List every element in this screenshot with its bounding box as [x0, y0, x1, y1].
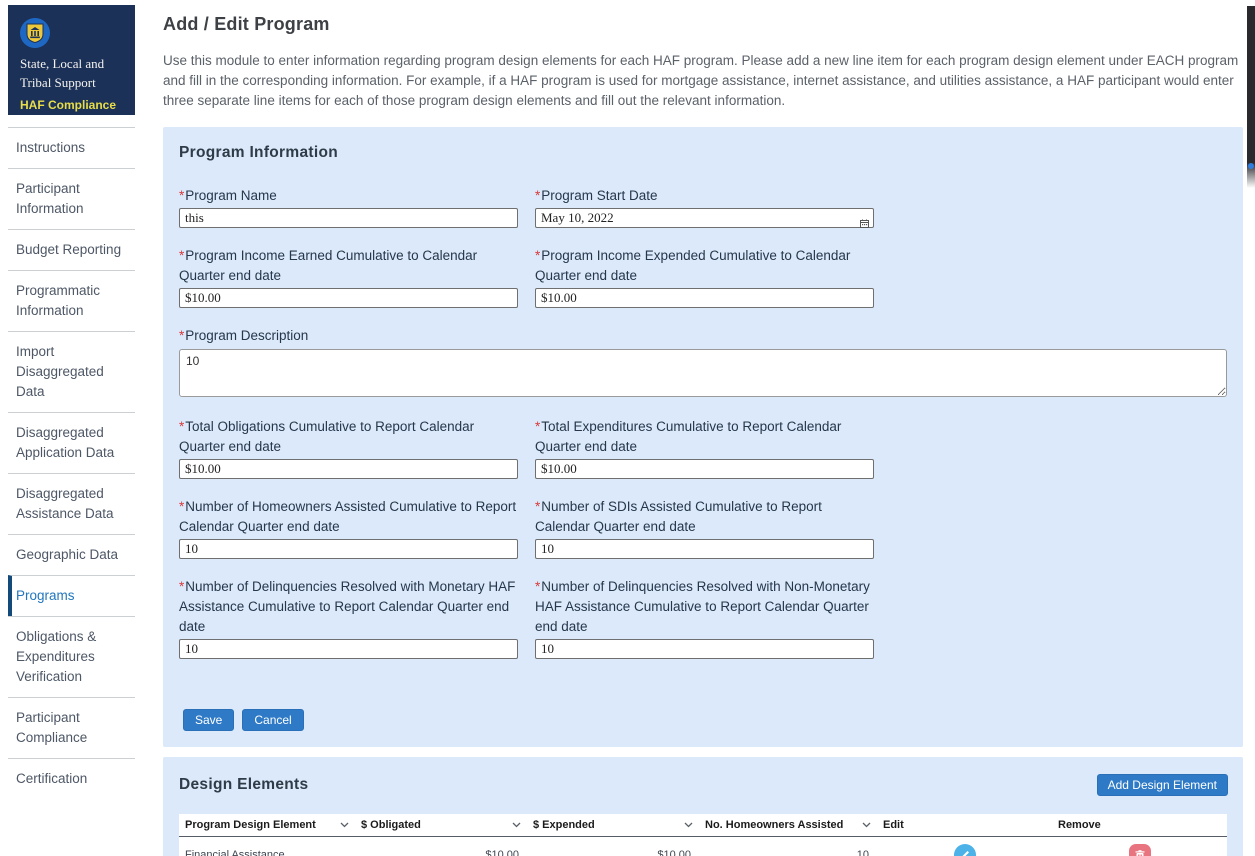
required-marker: *	[179, 188, 184, 203]
program-information-heading: Program Information	[179, 144, 1228, 162]
sidebar-item-disaggregated-application-data[interactable]: Disaggregated Application Data	[8, 412, 135, 473]
scrollbar-indicator-dot[interactable]	[1248, 163, 1254, 169]
total-obligations-field[interactable]	[179, 459, 518, 479]
cell-program-design-element: Financial Assistance	[179, 837, 355, 856]
homeowners-assisted-field[interactable]	[179, 539, 518, 559]
income-expended-field[interactable]	[535, 288, 874, 308]
total-expenditures-field[interactable]	[535, 459, 874, 479]
design-elements-panel: Design Elements Add Design Element Progr…	[163, 757, 1243, 856]
cell-homeowners-assisted: 10	[699, 837, 877, 856]
brand-line-1: State, Local and	[20, 55, 125, 72]
table-row: Financial Assistance $10.00 $10.00 10	[179, 837, 1227, 856]
app-window: State, Local and Tribal Support HAF Comp…	[0, 0, 1255, 856]
program-name-field[interactable]	[179, 208, 518, 228]
chevron-down-icon[interactable]	[340, 822, 349, 828]
design-elements-table: Program Design Element $ Obligated $ Exp…	[179, 814, 1227, 856]
sidebar: State, Local and Tribal Support HAF Comp…	[8, 5, 135, 799]
required-marker: *	[535, 248, 540, 263]
column-header-edit: Edit	[877, 814, 1052, 837]
sidebar-item-disaggregated-assistance-data[interactable]: Disaggregated Assistance Data	[8, 473, 135, 534]
sidebar-item-programs[interactable]: Programs	[8, 575, 135, 616]
brand-subtitle: HAF Compliance	[20, 98, 125, 112]
column-header-program-design-element[interactable]: Program Design Element	[179, 814, 355, 837]
required-marker: *	[535, 188, 540, 203]
calendar-icon[interactable]	[860, 215, 869, 233]
treasury-shield-icon	[20, 18, 50, 48]
program-form: *Program Name *Program Start Date	[179, 186, 1228, 659]
cell-obligated: $10.00	[355, 837, 527, 856]
column-header-homeowners-assisted[interactable]: No. Homeowners Assisted	[699, 814, 877, 837]
required-marker: *	[535, 499, 540, 514]
sidebar-item-import-disaggregated-data[interactable]: Import Disaggregated Data	[8, 331, 135, 412]
cell-expended: $10.00	[527, 837, 699, 856]
pencil-icon	[960, 850, 970, 856]
sidebar-item-budget-reporting[interactable]: Budget Reporting	[8, 229, 135, 270]
sidebar-item-programmatic-information[interactable]: Programmatic Information	[8, 270, 135, 331]
required-marker: *	[179, 419, 184, 434]
required-marker: *	[179, 328, 184, 343]
sdis-assisted-label: *Number of SDIs Assisted Cumulative to R…	[535, 497, 874, 537]
cancel-button[interactable]: Cancel	[242, 709, 303, 731]
column-header-expended[interactable]: $ Expended	[527, 814, 699, 837]
income-earned-label: *Program Income Earned Cumulative to Cal…	[179, 246, 518, 286]
required-marker: *	[179, 248, 184, 263]
delinquencies-monetary-label: *Number of Delinquencies Resolved with M…	[179, 577, 518, 637]
vertical-scrollbar[interactable]	[1247, 6, 1255, 188]
required-marker: *	[535, 579, 540, 594]
sidebar-item-geographic-data[interactable]: Geographic Data	[8, 534, 135, 575]
delinquencies-nonmonetary-label: *Number of Delinquencies Resolved with N…	[535, 577, 874, 637]
sidebar-item-obligations-expenditures-verification[interactable]: Obligations & Expenditures Verification	[8, 616, 135, 697]
chevron-down-icon[interactable]	[684, 822, 693, 828]
brand-name: State, Local and Tribal Support	[20, 55, 125, 91]
sidebar-item-participant-information[interactable]: Participant Information	[8, 168, 135, 229]
chevron-down-icon[interactable]	[512, 822, 521, 828]
add-design-element-button[interactable]: Add Design Element	[1097, 774, 1228, 796]
main-content: Add / Edit Program Use this module to en…	[163, 0, 1245, 856]
required-marker: *	[179, 499, 184, 514]
page-title: Add / Edit Program	[163, 14, 1245, 35]
design-elements-heading: Design Elements	[179, 776, 308, 794]
sidebar-item-certification[interactable]: Certification	[8, 758, 135, 799]
required-marker: *	[535, 419, 540, 434]
edit-row-button[interactable]	[954, 844, 976, 856]
program-start-date-label: *Program Start Date	[535, 186, 874, 206]
table-header-row: Program Design Element $ Obligated $ Exp…	[179, 814, 1227, 837]
trash-icon	[1135, 850, 1145, 856]
sdis-assisted-field[interactable]	[535, 539, 874, 559]
chevron-down-icon[interactable]	[862, 822, 871, 828]
total-expenditures-label: *Total Expenditures Cumulative to Report…	[535, 417, 874, 457]
program-description-field[interactable]: 10	[179, 349, 1227, 397]
brand-logo-card: State, Local and Tribal Support HAF Comp…	[8, 5, 135, 115]
delinquencies-monetary-field[interactable]	[179, 639, 518, 659]
brand-line-2: Tribal Support	[20, 74, 125, 91]
total-obligations-label: *Total Obligations Cumulative to Report …	[179, 417, 518, 457]
save-button[interactable]: Save	[183, 709, 234, 731]
remove-row-button[interactable]	[1129, 844, 1151, 856]
column-header-remove: Remove	[1052, 814, 1227, 837]
column-header-obligated[interactable]: $ Obligated	[355, 814, 527, 837]
program-name-label: *Program Name	[179, 186, 518, 206]
sidebar-item-participant-compliance[interactable]: Participant Compliance	[8, 697, 135, 758]
homeowners-assisted-label: *Number of Homeowners Assisted Cumulativ…	[179, 497, 518, 537]
required-marker: *	[179, 579, 184, 594]
sidebar-item-instructions[interactable]: Instructions	[8, 127, 135, 168]
page-description: Use this module to enter information reg…	[163, 51, 1245, 111]
delinquencies-nonmonetary-field[interactable]	[535, 639, 874, 659]
income-earned-field[interactable]	[179, 288, 518, 308]
program-information-panel: Program Information *Program Name *Progr…	[163, 127, 1243, 747]
income-expended-label: *Program Income Expended Cumulative to C…	[535, 246, 874, 286]
sidebar-nav: Instructions Participant Information Bud…	[8, 127, 135, 799]
program-description-label: *Program Description	[179, 326, 1227, 346]
program-start-date-field[interactable]	[535, 208, 874, 228]
